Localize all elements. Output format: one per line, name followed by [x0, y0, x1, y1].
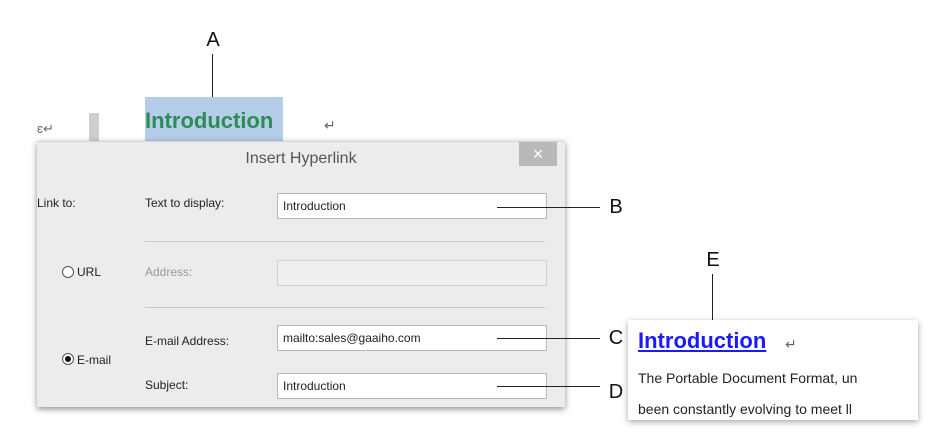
- pilcrow-icon: ↵: [324, 117, 336, 133]
- subject-label: Subject:: [145, 378, 189, 392]
- insert-hyperlink-dialog: Insert Hyperlink × Link to: Text to disp…: [37, 141, 565, 407]
- body-text-line: The Portable Document Format, un: [638, 370, 858, 386]
- text-to-display-label: Text to display:: [145, 196, 225, 210]
- text-to-display-field[interactable]: Introduction: [277, 193, 547, 219]
- hyperlink-heading[interactable]: Introduction: [638, 328, 766, 354]
- callout-c-leader: [497, 338, 600, 339]
- selected-heading[interactable]: Introduction: [145, 108, 273, 134]
- callout-a: A: [199, 26, 227, 54]
- callout-b-leader: [497, 207, 600, 208]
- address-field[interactable]: [277, 260, 547, 286]
- callout-c: C: [602, 324, 630, 352]
- callout-d: D: [602, 378, 630, 406]
- document-page-left: ɛ↵ Introduction ↵: [37, 97, 565, 145]
- document-page-right: Introduction ↵ The Portable Document For…: [628, 320, 918, 420]
- pilcrow-icon: ↵: [785, 336, 797, 352]
- callout-d-leader: [497, 386, 600, 387]
- callout-e: E: [699, 246, 727, 274]
- url-radio-label[interactable]: URL: [77, 265, 101, 279]
- dialog-title: Insert Hyperlink: [245, 150, 357, 167]
- url-radio[interactable]: [62, 266, 74, 278]
- divider: [145, 241, 545, 242]
- body-text-line: been constantly evolving to meet ll: [638, 401, 853, 417]
- close-button[interactable]: ×: [519, 142, 557, 166]
- paragraph-mark: ɛ↵: [37, 121, 54, 136]
- email-radio-label[interactable]: E-mail: [77, 353, 111, 367]
- radio-selected-dot: [65, 356, 71, 362]
- email-address-label: E-mail Address:: [145, 334, 230, 348]
- email-radio[interactable]: [62, 353, 74, 365]
- link-to-label: Link to:: [37, 196, 76, 210]
- callout-b: B: [602, 193, 630, 221]
- address-label: Address:: [145, 265, 193, 279]
- divider: [145, 307, 545, 308]
